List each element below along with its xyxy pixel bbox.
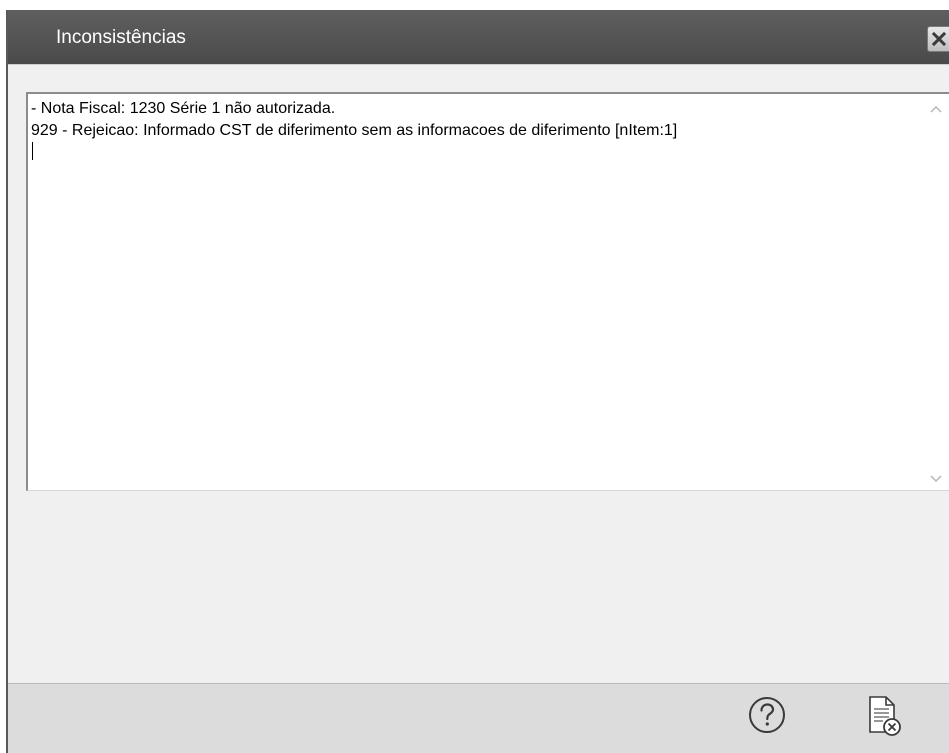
text-caret [32, 142, 33, 160]
message-line: 929 - Rejeicao: Informado CST de diferim… [31, 122, 678, 139]
messages-text: - Nota Fiscal: 1230 Série 1 não autoriza… [31, 98, 920, 142]
close-button[interactable] [927, 26, 949, 52]
footer-bar [8, 683, 949, 753]
title-bar: Inconsistências [8, 10, 949, 64]
close-document-button[interactable] [864, 694, 904, 738]
messages-textarea[interactable]: - Nota Fiscal: 1230 Série 1 não autoriza… [26, 92, 949, 491]
help-icon [749, 697, 785, 733]
window-title: Inconsistências [56, 27, 186, 48]
help-button[interactable] [748, 696, 786, 734]
message-line: - Nota Fiscal: 1230 Série 1 não autoriza… [31, 100, 336, 117]
document-close-icon [869, 696, 901, 736]
vertical-scrollbar[interactable] [922, 94, 949, 490]
chevron-down-icon[interactable] [929, 474, 943, 484]
chevron-up-icon[interactable] [929, 104, 943, 114]
close-icon [932, 32, 946, 46]
inconsistencies-dialog: Inconsistências - Nota Fiscal: 1230 Séri… [6, 10, 949, 753]
title-separator [8, 64, 949, 65]
